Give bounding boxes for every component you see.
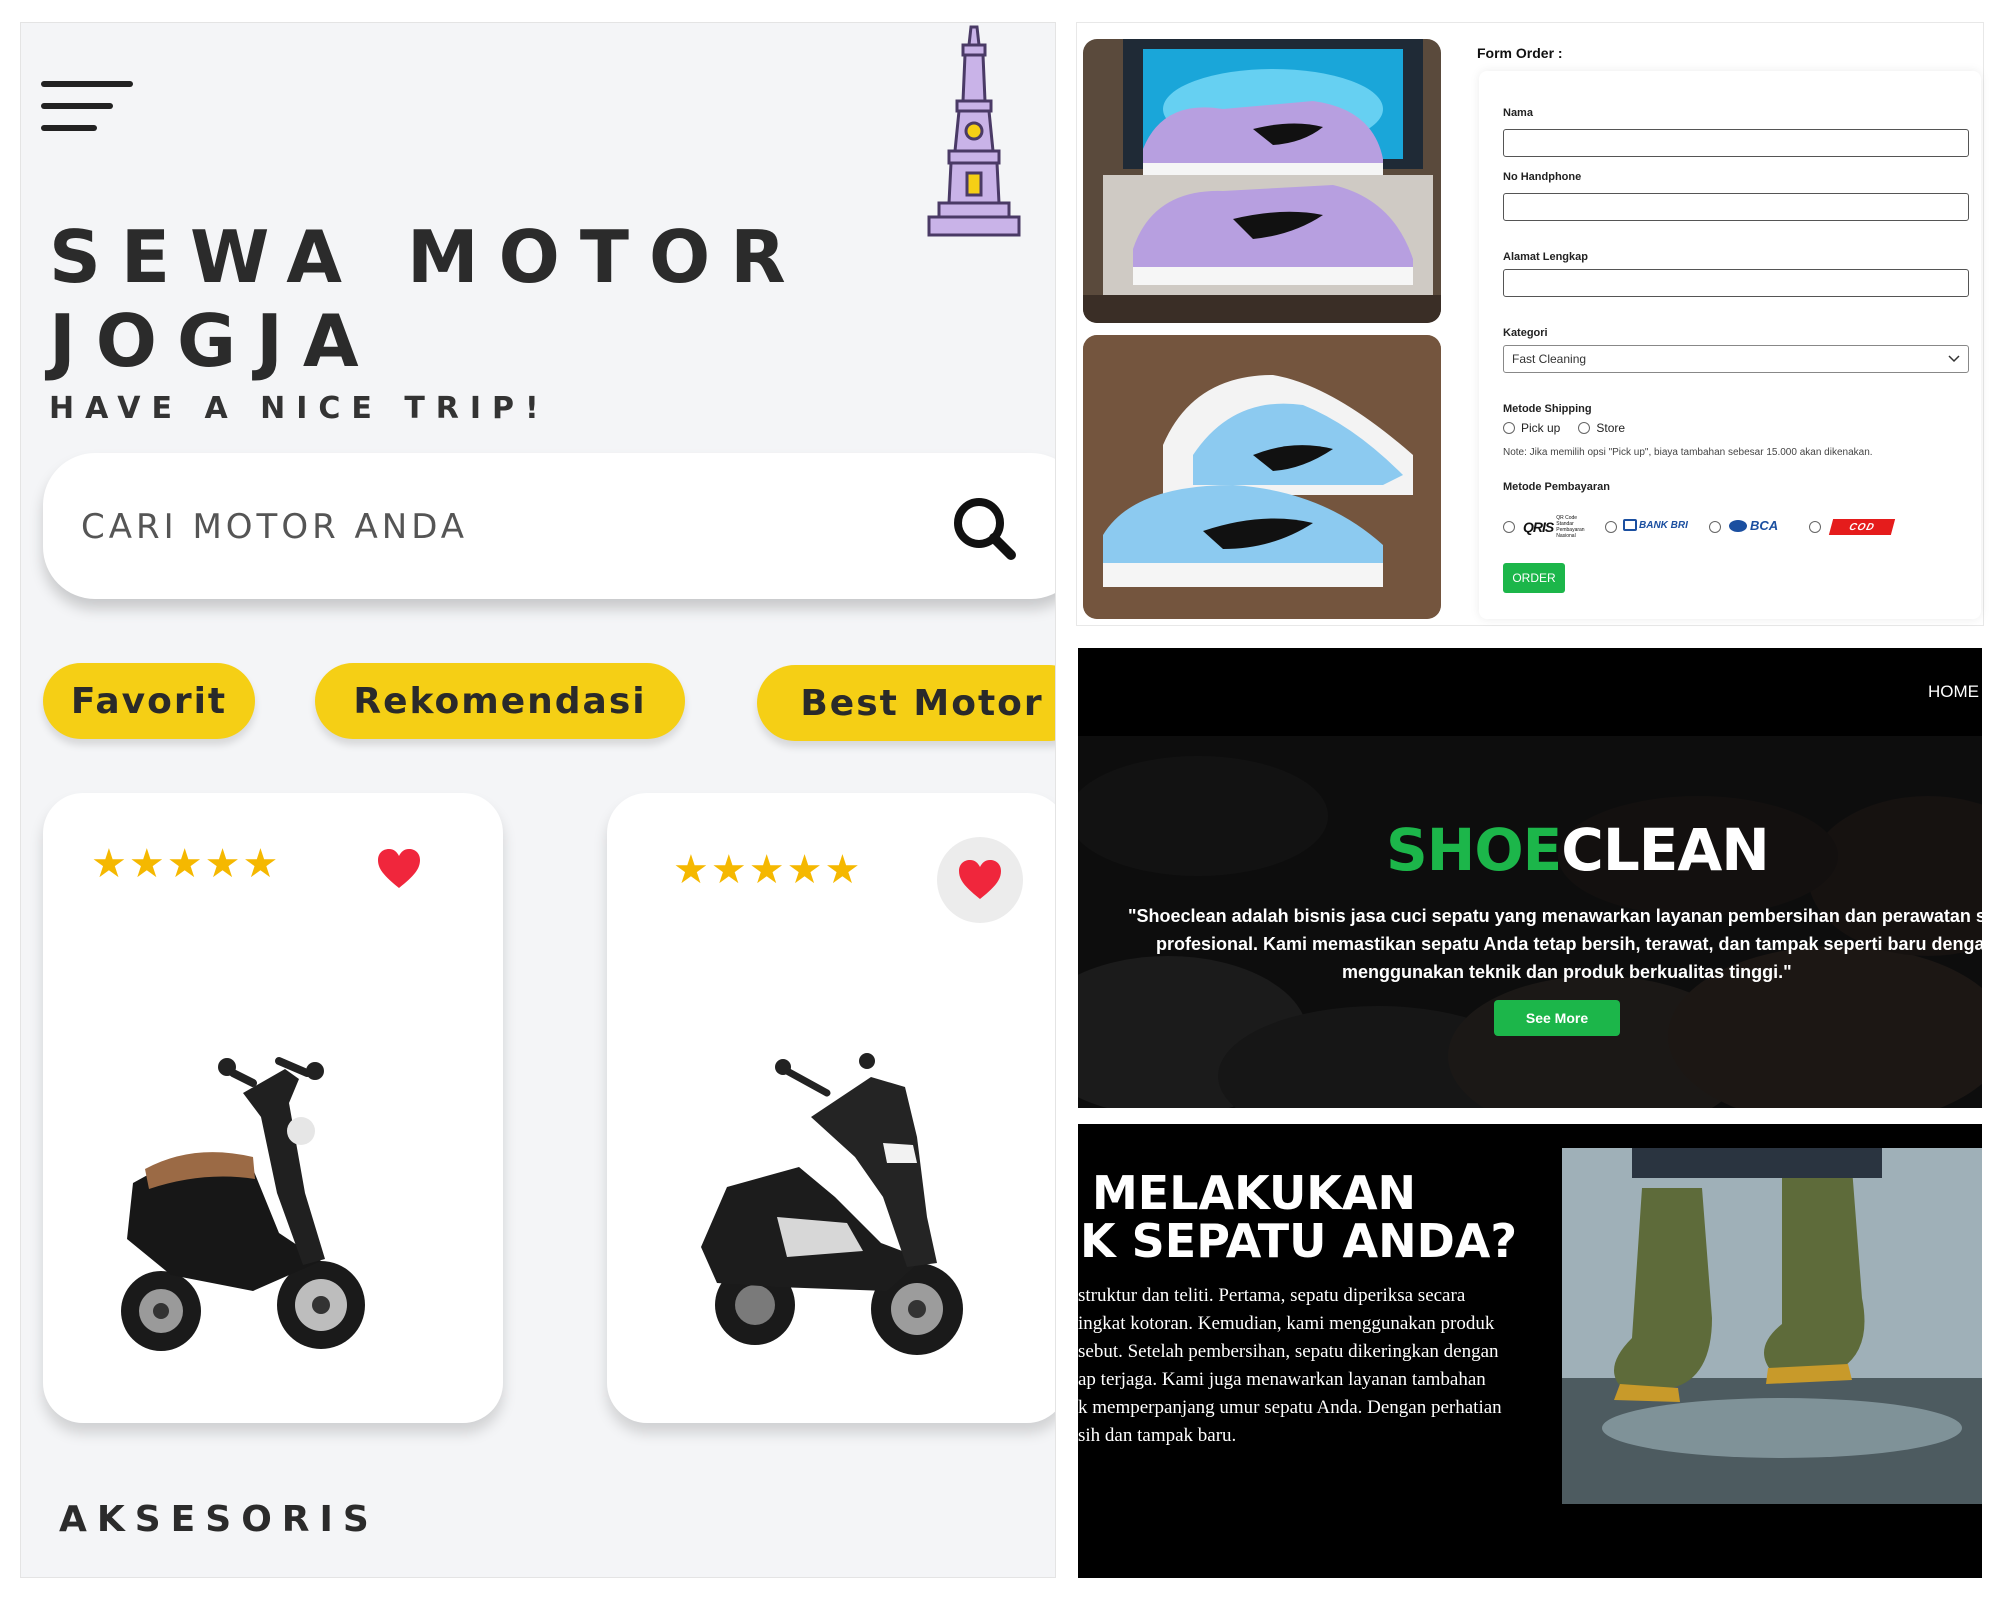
nama-field[interactable]	[1503, 129, 1969, 157]
label-no-handphone: No Handphone	[1503, 171, 1582, 183]
tugu-monument-icon	[927, 25, 1021, 237]
brand-title: SHOECLEAN	[1386, 816, 1770, 884]
scooter-image	[121, 1057, 365, 1351]
qris-logo-text: QRIS	[1523, 519, 1554, 535]
brand-title-shoe: SHOE	[1386, 816, 1562, 884]
label-metode-pembayaran: Metode Pembayaran	[1503, 481, 1610, 493]
search-bar[interactable]	[43, 453, 1055, 599]
blue-shoes-photo	[1083, 335, 1441, 619]
radio-cod[interactable]	[1809, 521, 1821, 533]
process-paragraph-line: sebut. Setelah pembersihan, sepatu diker…	[1078, 1341, 1499, 1362]
purple-shoes-photo	[1083, 39, 1441, 323]
boots-splash-photo	[1562, 1148, 1982, 1504]
process-heading-line2: K SEPATU ANDA?	[1080, 1214, 1518, 1268]
process-section-screen: MELAKUKAN K SEPATU ANDA? struktur dan te…	[1078, 1124, 1982, 1578]
cod-text: COD	[1847, 521, 1877, 533]
motor-app-screen: SEWA MOTOR JOGJA HAVE A NICE TRIP! Favor…	[20, 22, 1056, 1578]
chip-rekomendasi[interactable]: Rekomendasi	[315, 663, 685, 739]
scooter-image	[701, 1053, 963, 1355]
bca-icon	[1729, 519, 1747, 532]
qris-logo: QRIS QR Code Standar Pembayaran Nasional	[1523, 515, 1595, 539]
motor-card[interactable]: ★★★★★	[607, 793, 1055, 1423]
hero-description-line3: menggunakan teknik dan produk berkualita…	[1342, 962, 1792, 982]
favorite-button[interactable]	[367, 837, 431, 901]
order-button[interactable]: ORDER	[1503, 563, 1565, 593]
order-form: Nama No Handphone Alamat Lengkap Kategor…	[1479, 71, 1981, 619]
radio-bank-bri[interactable]	[1605, 521, 1617, 533]
search-icon[interactable]	[949, 493, 1019, 563]
label-nama: Nama	[1503, 107, 1533, 119]
radio-qris[interactable]	[1503, 521, 1515, 533]
qris-caption: QR Code Standar Pembayaran Nasional	[1556, 515, 1585, 539]
brand-title-clean: CLEAN	[1561, 816, 1770, 884]
payment-options: QRIS QR Code Standar Pembayaran Nasional…	[1503, 515, 1973, 539]
order-form-screen: Form Order : Nama No Handphone Alamat Le…	[1076, 22, 1984, 626]
chevron-down-icon	[1948, 355, 1960, 363]
cod-logo: COD	[1828, 519, 1896, 535]
app-title-line2: JOGJA	[49, 299, 379, 383]
bri-icon	[1623, 519, 1637, 531]
form-title: Form Order :	[1477, 45, 1563, 61]
heart-icon	[959, 860, 1001, 899]
label-kategori: Kategori	[1503, 327, 1548, 339]
bank-bri-logo: BANK BRI	[1623, 519, 1688, 531]
kategori-selected-value: Fast Cleaning	[1512, 352, 1587, 366]
chip-best-motor[interactable]: Best Motor	[757, 665, 1055, 741]
bank-bri-text: BANK BRI	[1639, 519, 1688, 531]
bca-text: BCA	[1750, 518, 1779, 533]
motor-card[interactable]: ★★★★★	[43, 793, 503, 1423]
search-input[interactable]	[81, 499, 861, 555]
radio-store[interactable]	[1578, 422, 1591, 434]
app-subtitle: HAVE A NICE TRIP!	[49, 391, 550, 426]
rating-stars: ★★★★★	[673, 848, 863, 892]
rating-stars: ★★★★★	[91, 842, 281, 886]
hero-description-line1: "Shoeclean adalah bisnis jasa cuci sepat…	[1128, 906, 1982, 926]
hero-description-line2: profesional. Kami memastikan sepatu Anda…	[1156, 934, 1982, 954]
nav-home-link[interactable]: HOME	[1928, 682, 1979, 702]
process-paragraph-line: k memperpanjang umur sepatu Anda. Dengan…	[1078, 1397, 1502, 1418]
process-heading-line1: MELAKUKAN	[1092, 1166, 1417, 1220]
app-title-line1: SEWA MOTOR	[49, 215, 806, 299]
process-paragraph-line: struktur dan teliti. Pertama, sepatu dip…	[1078, 1285, 1466, 1306]
bca-logo: BCA	[1729, 518, 1778, 533]
favorite-button[interactable]	[937, 837, 1023, 923]
kategori-select[interactable]: Fast Cleaning	[1503, 345, 1969, 373]
process-paragraph-line: sih dan tampak baru.	[1078, 1425, 1237, 1446]
no-handphone-field[interactable]	[1503, 193, 1969, 221]
alamat-lengkap-field[interactable]	[1503, 269, 1969, 297]
shipping-options: Pick up Store	[1503, 421, 1625, 435]
label-alamat-lengkap: Alamat Lengkap	[1503, 251, 1588, 263]
process-paragraph-line: ingkat kotoran. Kemudian, kami menggunak…	[1078, 1313, 1495, 1334]
option-store: Store	[1596, 421, 1626, 435]
radio-bca[interactable]	[1709, 521, 1721, 533]
heart-icon	[378, 849, 420, 888]
see-more-button[interactable]: See More	[1494, 1000, 1620, 1036]
navbar	[1078, 648, 1982, 736]
section-title-aksesoris: AKSESORIS	[59, 1499, 379, 1540]
shipping-note: Note: Jika memilih opsi "Pick up", biaya…	[1503, 447, 1873, 458]
label-metode-shipping: Metode Shipping	[1503, 403, 1592, 415]
chip-favorit[interactable]: Favorit	[43, 663, 255, 739]
process-paragraph-line: ap terjaga. Kami juga menawarkan layanan…	[1078, 1369, 1486, 1390]
option-pick-up: Pick up	[1521, 421, 1561, 435]
shoeclean-hero-screen: HOME SHOECLEAN "Shoeclean adalah bisnis …	[1078, 648, 1982, 1108]
hamburger-menu-icon[interactable]	[41, 77, 137, 143]
radio-pick-up[interactable]	[1503, 422, 1515, 434]
